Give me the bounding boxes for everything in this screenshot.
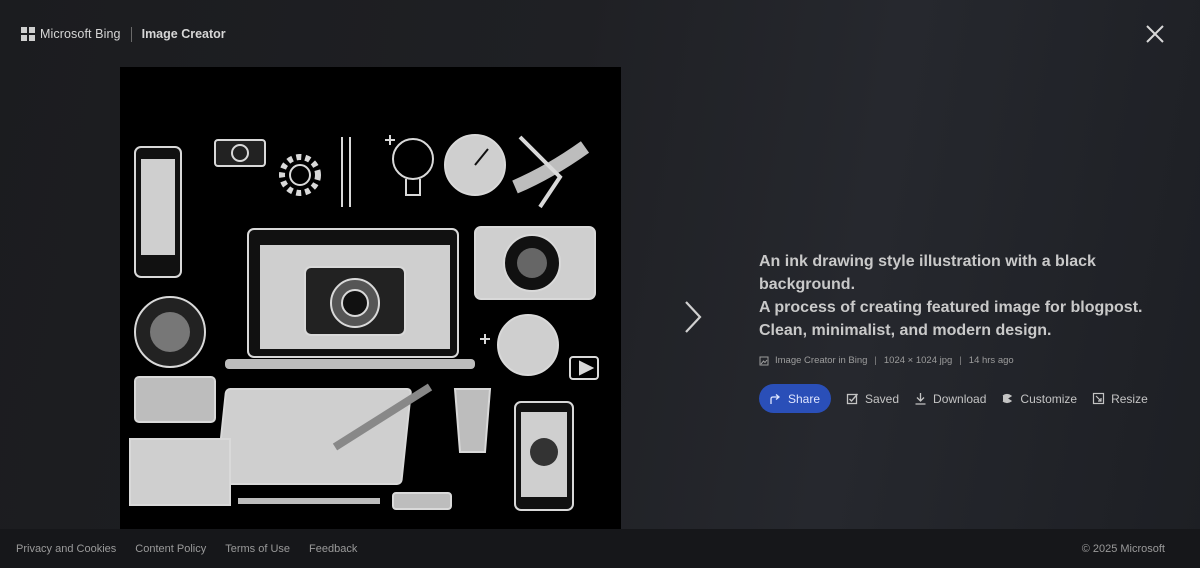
title-line-2: A process of creating featured image for… — [759, 299, 1143, 316]
footer-link-content-policy[interactable]: Content Policy — [135, 543, 206, 555]
share-label: Share — [787, 391, 821, 406]
saved-label: Saved — [865, 391, 900, 406]
saved-button[interactable]: Saved — [846, 392, 899, 406]
title-line-1: An ink drawing style illustration with a… — [759, 253, 1096, 293]
generated-image[interactable] — [120, 67, 621, 529]
download-label: Download — [933, 391, 987, 406]
image-source: Image Creator in Bing — [775, 355, 868, 366]
image-details: An ink drawing style illustration with a… — [759, 250, 1179, 413]
image-dimensions: 1024 × 1024 jpg — [883, 355, 953, 366]
brand-name[interactable]: Microsoft Bing — [40, 27, 121, 41]
footer-link-terms[interactable]: Terms of Use — [225, 543, 290, 555]
share-icon — [770, 393, 780, 404]
customize-button[interactable]: Customize — [1001, 392, 1077, 406]
resize-label: Resize — [1111, 391, 1148, 406]
customize-icon — [1003, 393, 1013, 404]
brand-divider — [130, 26, 132, 42]
chevron-right-icon — [685, 301, 702, 333]
microsoft-logo-icon — [21, 27, 35, 41]
footer-link-feedback[interactable]: Feedback — [309, 543, 357, 555]
generated-image-illustration — [120, 67, 621, 529]
brand[interactable]: Microsoft Bing Image Creator — [21, 25, 226, 43]
download-button[interactable]: Download — [914, 392, 986, 406]
footer-links: Privacy and Cookies Content Policy Terms… — [16, 543, 376, 555]
resize-icon — [1092, 392, 1105, 405]
copyright: © 2025 Microsoft — [1081, 543, 1165, 555]
title-line-3: Clean, minimalist, and modern design. — [759, 322, 1052, 339]
footer-link-privacy[interactable]: Privacy and Cookies — [16, 543, 116, 555]
footer: Privacy and Cookies Content Policy Terms… — [0, 529, 1200, 568]
image-age: 14 hrs ago — [968, 355, 1014, 366]
meta-separator: | — [874, 355, 877, 366]
saved-icon — [846, 393, 859, 405]
image-creator-icon — [759, 356, 769, 365]
header: Microsoft Bing Image Creator — [0, 0, 1200, 66]
meta-separator: | — [959, 355, 962, 366]
close-icon — [1146, 25, 1164, 43]
download-icon — [915, 393, 926, 405]
customize-label: Customize — [1020, 391, 1078, 406]
share-button[interactable]: Share — [759, 384, 831, 413]
image-meta: Image Creator in Bing | 1024 × 1024 jpg … — [759, 355, 1179, 366]
close-button[interactable] — [1143, 22, 1167, 46]
product-name[interactable]: Image Creator — [142, 27, 226, 41]
resize-button[interactable]: Resize — [1092, 392, 1148, 406]
next-image-button[interactable] — [678, 298, 706, 336]
action-bar: Share Saved Download Customize Resize — [759, 384, 1179, 413]
image-title: An ink drawing style illustration with a… — [759, 250, 1179, 342]
